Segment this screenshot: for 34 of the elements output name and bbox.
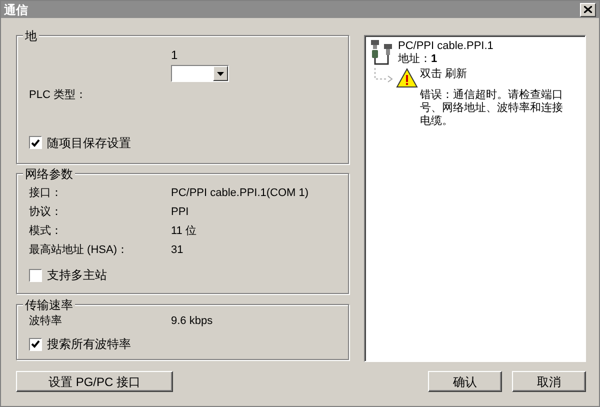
warning-icon: [396, 68, 418, 88]
refresh-hint[interactable]: 双击 刷新: [420, 68, 570, 81]
close-icon: [584, 6, 592, 13]
device-name: PC/PPI cable.PPI.1: [398, 40, 494, 53]
caret-icon: [217, 72, 224, 76]
cable-icon: [369, 40, 395, 68]
field-value: 31: [171, 243, 184, 258]
field-value: PC/PPI cable.PPI.1(COM 1): [171, 186, 309, 202]
field-label: 模式：: [29, 224, 63, 240]
setup-button[interactable]: 设置 PG/PC 接口: [16, 371, 173, 392]
group-title: 网络参数: [23, 165, 75, 183]
checkbox[interactable]: [29, 338, 42, 350]
field-label: 最高站地址 (HSA)：: [29, 242, 129, 258]
cancel-button[interactable]: 取消: [512, 371, 586, 392]
checkbox-label[interactable]: 支持多主站: [47, 266, 107, 284]
group-title: 传输速率: [23, 296, 75, 314]
address-value: 1: [171, 47, 179, 64]
error-message: 错误：通信超时。请检查端口号、网络地址、波特率和连接电缆。: [420, 89, 564, 128]
checkbox-label[interactable]: 随项目保存设置: [47, 134, 131, 152]
dropdown[interactable]: [171, 65, 229, 82]
window-title: 通信: [4, 2, 28, 18]
checkbox[interactable]: [29, 268, 42, 282]
checkbox-label[interactable]: 搜索所有波特率: [47, 335, 131, 353]
device-address: 地址：1: [398, 53, 438, 66]
field-label: 接口：: [29, 186, 63, 202]
field-value: PPI: [171, 205, 189, 220]
ok-button[interactable]: 确认: [428, 371, 502, 392]
field-value: 9.6 kbps: [171, 314, 213, 329]
close-button[interactable]: [580, 2, 596, 16]
plc-type-label: PLC 类型：: [28, 88, 88, 103]
checkbox[interactable]: [29, 136, 42, 149]
field-label: 协议：: [29, 205, 63, 220]
field-value: 11 位: [171, 224, 196, 240]
field-label: 波特率: [29, 314, 63, 329]
